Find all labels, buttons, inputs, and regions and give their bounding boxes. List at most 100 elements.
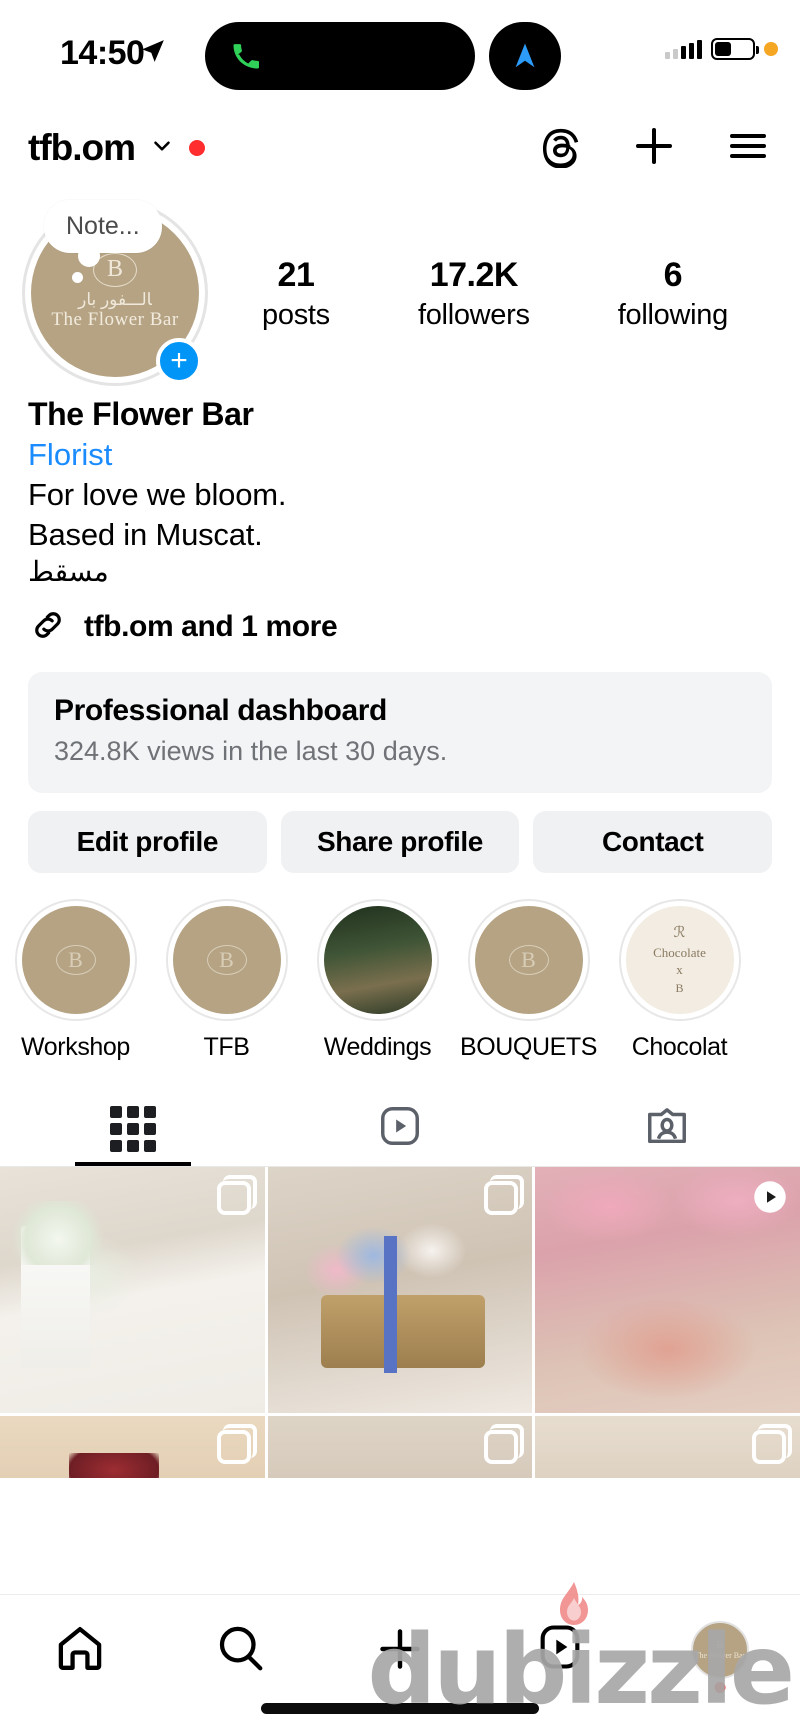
posts-count: 21	[277, 256, 315, 294]
reels-icon	[540, 1625, 580, 1669]
highlight-ring	[316, 898, 439, 1021]
stat-posts[interactable]: 21 posts	[262, 256, 330, 332]
location-arrow-icon	[140, 38, 166, 69]
grid-icon	[110, 1105, 157, 1152]
share-profile-button[interactable]: Share profile	[280, 810, 520, 873]
username-selector[interactable]: tfb.om	[28, 127, 206, 169]
story-highlights: B Workshop B TFB Weddings B BOUQUETS ℛ Ch…	[0, 873, 800, 1062]
grid-post[interactable]	[0, 1166, 265, 1413]
threads-icon[interactable]	[540, 124, 584, 173]
add-story-button[interactable]: +	[156, 338, 202, 384]
profile-category[interactable]: Florist	[28, 437, 772, 473]
highlight-label: Workshop	[21, 1032, 130, 1061]
status-indicators	[665, 38, 778, 60]
profile-link-row[interactable]: tfb.om and 1 more	[0, 591, 800, 650]
grid-post[interactable]	[267, 1166, 533, 1413]
navigation-arrow-icon	[515, 43, 535, 68]
profile-header: tfb.om	[0, 110, 800, 186]
status-time: 14:50	[60, 34, 145, 72]
highlight-cover: ℛ Chocolate x B	[625, 905, 734, 1014]
nav-profile[interactable]: B The Flower Bar	[640, 1621, 800, 1693]
highlight-tfb[interactable]: B TFB	[151, 898, 302, 1062]
carousel-icon	[484, 1423, 525, 1464]
highlight-ring: ℛ Chocolate x B	[618, 898, 741, 1021]
carousel-icon	[216, 1423, 257, 1464]
grid-post[interactable]	[535, 1166, 800, 1413]
highlight-cover: B	[172, 905, 281, 1014]
carousel-icon	[216, 1174, 257, 1215]
nav-create[interactable]	[320, 1621, 480, 1677]
signal-bars-icon	[665, 39, 702, 59]
nav-search[interactable]	[160, 1621, 320, 1675]
plus-icon	[380, 1629, 420, 1669]
tagged-icon	[644, 1103, 690, 1154]
highlight-cover: B	[21, 905, 130, 1014]
reel-icon	[752, 1179, 788, 1215]
nav-reels[interactable]	[480, 1621, 640, 1673]
note-bubble[interactable]: Note...	[44, 200, 162, 283]
search-icon	[219, 1626, 263, 1671]
profile-stats: 21 posts 17.2K followers 6 following	[208, 200, 772, 332]
profile-tabs	[0, 1092, 800, 1166]
highlight-chocolate[interactable]: ℛ Chocolate x B Chocolat	[604, 898, 755, 1062]
grid-post[interactable]	[267, 1415, 533, 1478]
highlight-label: BOUQUETS	[459, 1032, 598, 1061]
orange-privacy-dot	[764, 42, 778, 56]
avatar[interactable]: B ﺎﻟـــﻔﻮﺭ ﺑﺎﺭ The Flower Bar Note... +	[22, 200, 208, 386]
contact-button[interactable]: Contact	[533, 810, 773, 873]
tab-grid[interactable]	[0, 1092, 267, 1166]
highlight-cover	[323, 905, 432, 1014]
home-indicator	[261, 1703, 539, 1714]
carousel-icon	[751, 1423, 792, 1464]
following-count: 6	[663, 256, 683, 294]
bio-line-2: Based in Muscat.	[28, 516, 263, 552]
username-label: tfb.om	[28, 127, 136, 168]
dashboard-title: Professional dashboard	[54, 693, 387, 727]
avatar-brand-name: The Flower Bar	[51, 309, 179, 331]
navigation-indicator	[489, 22, 561, 90]
profile-red-dot	[714, 1682, 726, 1693]
highlight-label: Weddings	[323, 1032, 432, 1061]
home-icon	[58, 1626, 102, 1670]
following-label: following	[617, 299, 728, 331]
profile-action-buttons: Edit profile Share profile Contact	[0, 793, 800, 873]
professional-dashboard-card[interactable]: Professional dashboard 324.8K views in t…	[28, 671, 772, 793]
dashboard-subtitle: 324.8K views in the last 30 days.	[54, 735, 448, 766]
bio-arabic: مسقط	[28, 556, 109, 588]
hamburger-menu-icon[interactable]	[724, 122, 772, 175]
bottom-navigation: B The Flower Bar	[0, 1594, 800, 1734]
post-grid	[0, 1166, 800, 1478]
unread-red-dot	[189, 140, 206, 156]
grid-post[interactable]	[0, 1415, 265, 1478]
stat-followers[interactable]: 17.2K followers	[418, 256, 530, 332]
tab-reels[interactable]	[267, 1092, 534, 1166]
highlight-ring: B	[467, 898, 590, 1021]
chevron-down-icon	[149, 133, 175, 164]
highlight-weddings[interactable]: Weddings	[302, 898, 453, 1062]
profile-bio: The Flower Bar Florist For love we bloom…	[0, 386, 800, 591]
stat-following[interactable]: 6 following	[618, 256, 728, 332]
dynamic-island	[205, 22, 475, 90]
display-name: The Flower Bar	[28, 396, 254, 432]
highlight-bouquets[interactable]: B BOUQUETS	[453, 898, 604, 1062]
highlight-label: Chocolat	[631, 1032, 728, 1061]
reels-icon	[377, 1103, 423, 1154]
grid-post[interactable]	[535, 1415, 800, 1478]
highlight-label: TFB	[203, 1032, 250, 1061]
profile-link-text: tfb.om and 1 more	[84, 610, 338, 644]
profile-summary: B ﺎﻟـــﻔﻮﺭ ﺑﺎﺭ The Flower Bar Note... + …	[0, 186, 800, 386]
link-chain-icon	[28, 605, 68, 650]
phone-call-icon	[231, 41, 261, 71]
highlight-workshop[interactable]: B Workshop	[0, 898, 151, 1062]
profile-avatar-icon: B The Flower Bar	[691, 1621, 749, 1693]
edit-profile-button[interactable]: Edit profile	[28, 810, 267, 873]
status-bar: 14:50	[0, 0, 800, 110]
plus-icon[interactable]	[630, 122, 678, 175]
tab-tagged[interactable]	[533, 1092, 800, 1166]
bio-line-1: For love we bloom.	[28, 477, 287, 512]
highlight-ring: B	[14, 898, 137, 1021]
avatar-arabic-name: ﺎﻟـــﻔﻮﺭ ﺑﺎﺭ	[78, 289, 152, 309]
followers-count: 17.2K	[429, 256, 519, 294]
nav-home[interactable]	[0, 1621, 160, 1675]
posts-label: posts	[262, 299, 330, 331]
